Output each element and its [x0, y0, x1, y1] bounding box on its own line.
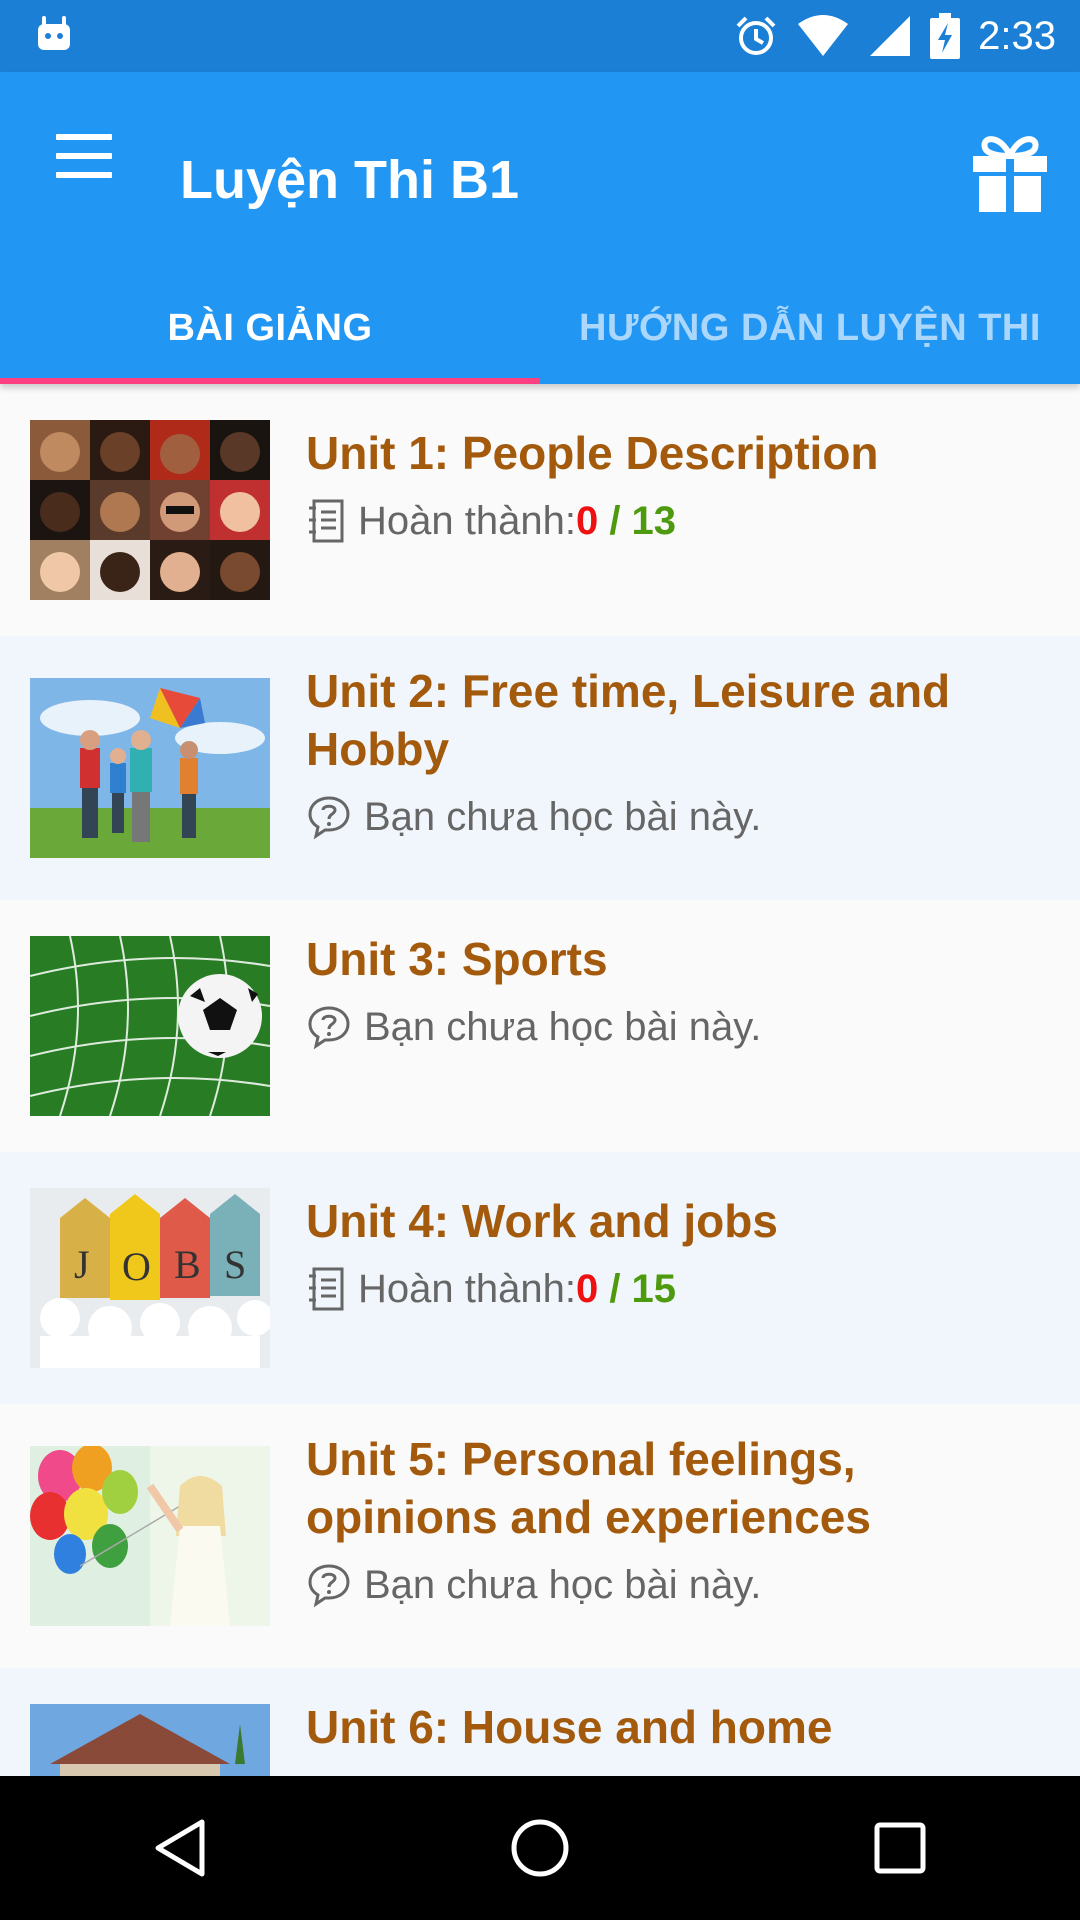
signal-icon: [870, 16, 911, 56]
progress-status: Hoàn thành: 0 / 15: [306, 1266, 1040, 1312]
battery-charging-icon: [930, 13, 961, 59]
navigation-bar: [0, 1776, 1080, 1920]
faces-collage-image: [30, 420, 270, 600]
not-started-status: Bạn chưa học bài này.: [306, 794, 1040, 840]
status-text: Bạn chưa học bài này.: [364, 1004, 762, 1049]
status-text: Bạn chưa học bài này.: [364, 794, 762, 839]
status-bar: 2:33: [0, 0, 1080, 72]
svg-text:O: O: [122, 1244, 151, 1289]
svg-text:J: J: [74, 1242, 90, 1287]
notebook-icon: [309, 1267, 344, 1311]
back-icon[interactable]: [110, 1788, 250, 1908]
jobs-tags-image: JOBS: [30, 1188, 270, 1368]
page-title: Luyện Thi B1: [180, 150, 520, 210]
progress-total: 15: [631, 1266, 677, 1311]
soccer-ball-net-image: [30, 936, 270, 1116]
list-item[interactable]: Unit 2: Free time, Leisure and Hobby Bạn…: [0, 636, 1080, 900]
progress-separator: /: [598, 498, 632, 543]
question-bubble-icon: [308, 796, 350, 840]
question-bubble-icon: [308, 1006, 350, 1050]
gift-icon[interactable]: [968, 112, 1052, 232]
tab-lectures[interactable]: BÀI GIẢNG: [0, 272, 540, 384]
not-started-status: Bạn chưa học bài này.: [306, 1004, 1040, 1050]
not-started-status: Bạn chưa học bài này.: [306, 1562, 1040, 1608]
kids-running-kite-image: [30, 678, 270, 858]
hamburger-menu-icon[interactable]: [40, 120, 128, 192]
progress-done: 0: [575, 1266, 599, 1311]
progress-separator: /: [598, 1266, 632, 1311]
list-item[interactable]: Unit 1: People Description Hoàn thành: 0…: [0, 384, 1080, 636]
app-bar: Luyện Thi B1 BÀI GIẢNG HƯỚNG DẪN LUYỆN T…: [0, 72, 1080, 384]
home-icon[interactable]: [470, 1788, 610, 1908]
unit-title: Unit 6: House and home: [306, 1701, 833, 1753]
notebook-icon: [309, 499, 344, 543]
house-image: [30, 1704, 270, 1776]
tab-exam-guide[interactable]: HƯỚNG DẪN LUYỆN THI: [540, 272, 1080, 384]
unit-title: Unit 5: Personal feelings, opinions and …: [306, 1433, 871, 1543]
progress-status: Hoàn thành: 0 / 13: [306, 498, 1040, 544]
svg-text:S: S: [224, 1242, 246, 1287]
unit-list[interactable]: Unit 1: People Description Hoàn thành: 0…: [0, 384, 1080, 1776]
android-icon: [38, 16, 70, 50]
status-text: Bạn chưa học bài này.: [364, 1562, 762, 1607]
tab-label: HƯỚNG DẪN LUYỆN THI: [579, 306, 1041, 349]
unit-title: Unit 4: Work and jobs: [306, 1195, 778, 1247]
list-item[interactable]: Unit 3: Sports Bạn chưa học bài này.: [0, 900, 1080, 1152]
progress-total: 13: [631, 498, 677, 543]
svg-text:B: B: [174, 1242, 201, 1287]
progress-label: Hoàn thành:: [358, 498, 576, 543]
wifi-icon: [798, 15, 849, 56]
tab-indicator: [0, 378, 540, 384]
progress-done: 0: [575, 498, 599, 543]
woman-balloons-image: [30, 1446, 270, 1626]
progress-label: Hoàn thành:: [358, 1266, 576, 1311]
alarm-icon: [736, 16, 776, 55]
tab-label: BÀI GIẢNG: [167, 306, 373, 349]
unit-title: Unit 2: Free time, Leisure and Hobby: [306, 665, 951, 775]
tab-bar: BÀI GIẢNG HƯỚNG DẪN LUYỆN THI: [0, 272, 1080, 384]
recents-icon[interactable]: [830, 1788, 970, 1908]
unit-title: Unit 3: Sports: [306, 933, 608, 985]
unit-title: Unit 1: People Description: [306, 427, 879, 479]
list-item[interactable]: Unit 5: Personal feelings, opinions and …: [0, 1404, 1080, 1668]
list-item[interactable]: JOBS Unit 4: Work and jobs Hoàn thành: 0…: [0, 1152, 1080, 1404]
question-bubble-icon: [308, 1564, 350, 1608]
list-item[interactable]: Unit 6: House and home: [0, 1668, 1080, 1776]
clock: 2:33: [978, 14, 1056, 58]
